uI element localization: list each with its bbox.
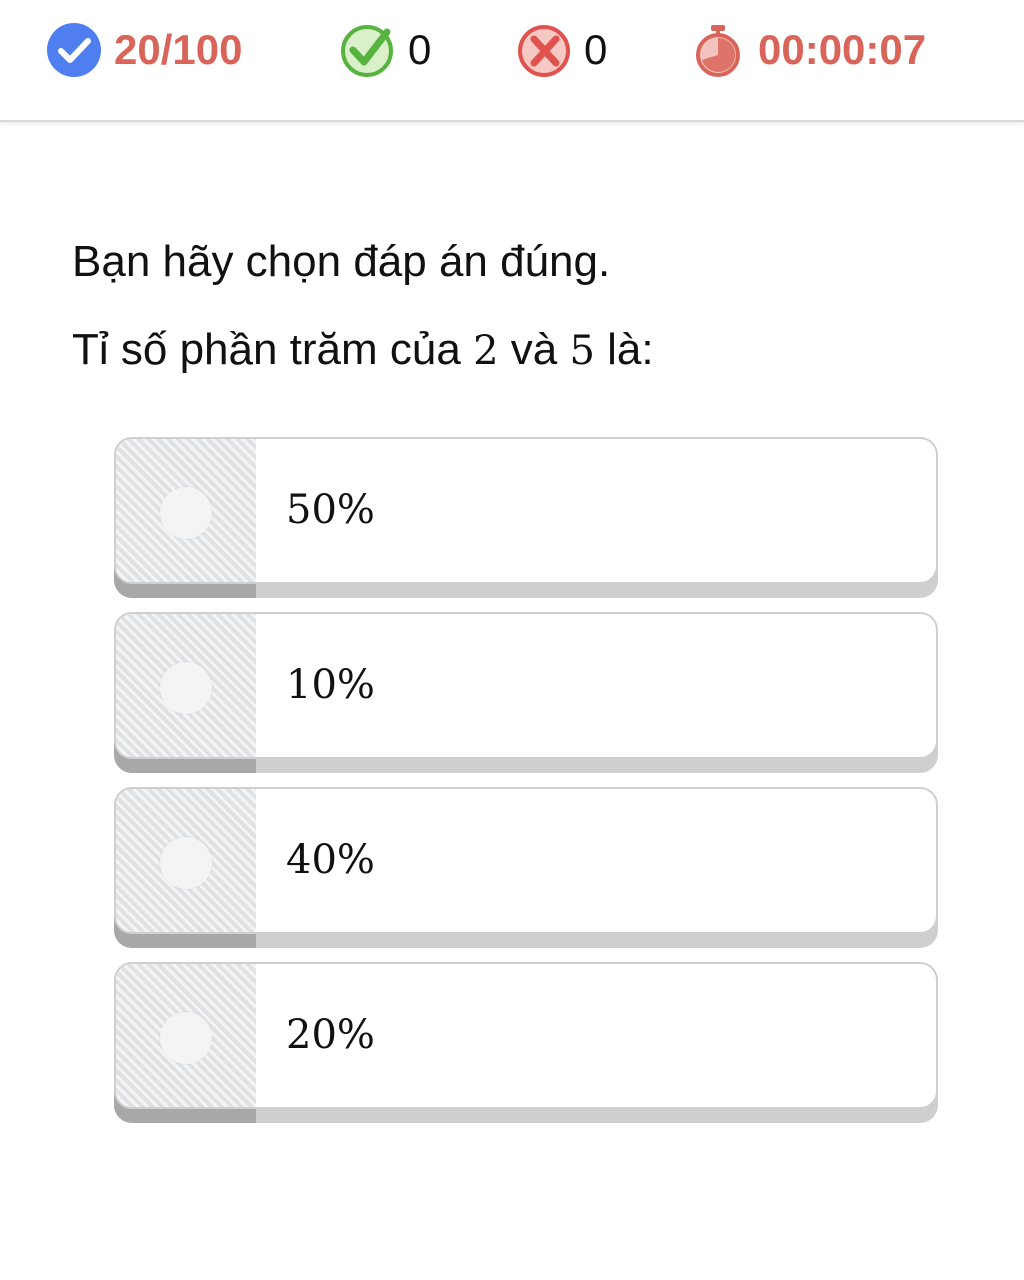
option-label: 50%: [286, 487, 375, 533]
option-card[interactable]: 20%: [114, 962, 938, 1109]
answer-option-1[interactable]: 50%: [114, 437, 938, 598]
progress-counter: 20/100: [114, 26, 243, 73]
option-card[interactable]: 10%: [114, 612, 938, 759]
correct-count: 0: [408, 26, 432, 73]
prompt-text-middle: và: [498, 325, 570, 374]
option-card[interactable]: 50%: [114, 437, 938, 584]
status-bar: 20/100 0 0 00:00:07: [0, 0, 1024, 122]
wrong-count: 0: [584, 26, 608, 73]
radio-circle-icon[interactable]: [160, 487, 212, 539]
prompt-text-after: là:: [594, 325, 654, 374]
prompt-text-before: Tỉ số phần trăm của: [72, 325, 474, 374]
question-prompt: Tỉ số phần trăm của 2 và 5 là:: [72, 306, 952, 395]
wrong-stat: 0: [516, 22, 607, 78]
timer: 00:00:07: [758, 26, 927, 73]
stopwatch-icon: [690, 22, 746, 78]
quiz-page: 20/100 0 0 00:00:07 Bạn hãy chọn đáp án …: [0, 0, 1024, 1280]
option-label: 20%: [286, 1012, 375, 1058]
option-label: 40%: [286, 837, 375, 883]
check-green-icon: [340, 22, 396, 78]
timer-stat: 00:00:07: [690, 22, 926, 78]
correct-stat: 0: [340, 22, 431, 78]
question-instruction: Bạn hãy chọn đáp án đúng.: [72, 237, 611, 286]
progress-stat: 20/100: [46, 22, 242, 78]
answer-option-3[interactable]: 40%: [114, 787, 938, 948]
option-label: 10%: [286, 662, 375, 708]
radio-circle-icon[interactable]: [160, 662, 212, 714]
cross-red-icon: [516, 22, 572, 78]
answer-option-2[interactable]: 10%: [114, 612, 938, 773]
math-number-b: 5: [569, 328, 595, 374]
answer-options: 50% 10% 40% 20%: [114, 437, 938, 1137]
answer-option-4[interactable]: 20%: [114, 962, 938, 1123]
math-number-a: 2: [473, 328, 499, 374]
radio-circle-icon[interactable]: [160, 837, 212, 889]
check-circle-icon: [46, 22, 102, 78]
question-block: Bạn hãy chọn đáp án đúng. Tỉ số phần tră…: [72, 218, 952, 395]
radio-circle-icon[interactable]: [160, 1012, 212, 1064]
option-card[interactable]: 40%: [114, 787, 938, 934]
